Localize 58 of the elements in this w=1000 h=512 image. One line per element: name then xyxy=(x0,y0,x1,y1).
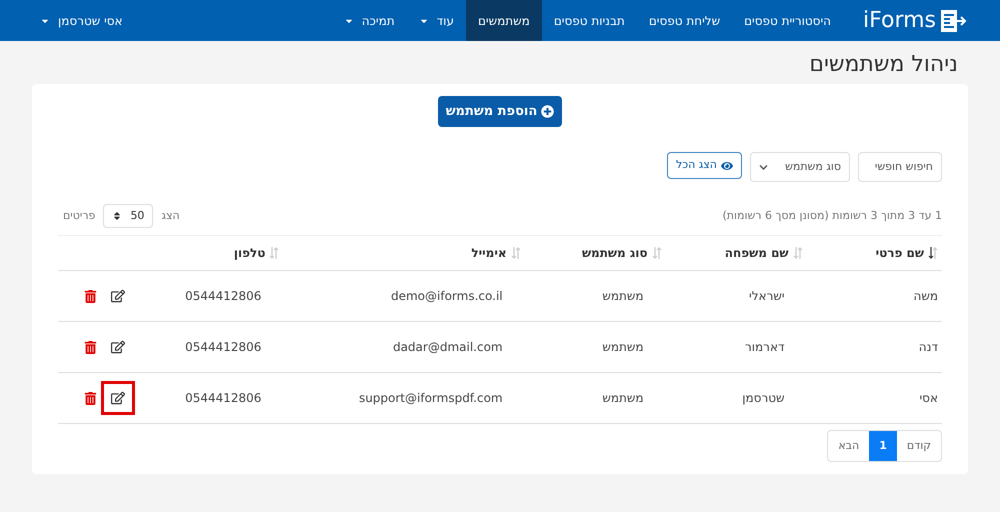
sort-icon xyxy=(928,246,938,260)
records-info: 1 עד 3 מתוך 3 רשומות (מסונן מסך 6 רשומות) xyxy=(722,208,942,224)
edit-icon xyxy=(111,340,125,354)
table-cell: אסי xyxy=(802,372,942,424)
edit-icon xyxy=(111,289,125,303)
table-cell: שטרסמן xyxy=(662,372,803,424)
sort-icon xyxy=(269,246,280,260)
page-title: ניהול משתמשים xyxy=(808,51,959,79)
column-header[interactable]: שם משפחה xyxy=(662,236,803,270)
pagination-button[interactable]: הבא xyxy=(828,431,870,461)
nav-item[interactable]: שליחת טפסים xyxy=(636,0,732,41)
table-cell: demo@iforms.co.il xyxy=(279,270,521,322)
table-cell: 0544412806 xyxy=(135,270,280,322)
edit-icon xyxy=(111,391,125,405)
pagination-button[interactable]: 1 xyxy=(869,431,897,461)
show-all-button[interactable]: הצג הכל xyxy=(667,152,742,179)
logo[interactable]: iForms xyxy=(863,0,968,41)
delete-icon[interactable] xyxy=(84,392,97,404)
table-cell: 0544412806 xyxy=(135,372,280,424)
nav-item[interactable]: משתמשים xyxy=(466,0,542,41)
nav-item[interactable]: תמיכה xyxy=(332,0,407,41)
table-cell: 0544412806 xyxy=(135,322,280,372)
table-cell: משתמש xyxy=(520,372,662,424)
nav-item[interactable]: היסטוריית טפסים xyxy=(732,0,843,41)
column-header[interactable]: אימייל xyxy=(279,236,521,270)
table-cell: דארמור xyxy=(662,322,803,372)
user-type-dropdown[interactable]: סוג משתמש xyxy=(750,152,850,182)
form-arrow-icon xyxy=(940,8,968,32)
pagination-button[interactable]: קודם xyxy=(896,431,941,461)
plus-icon xyxy=(541,105,554,118)
items-label: פריטים xyxy=(63,208,96,224)
column-header[interactable]: סוג משתמש xyxy=(520,236,662,270)
page-length-select[interactable]: 50 xyxy=(103,204,154,228)
table-cell: ישראלי xyxy=(662,270,803,322)
column-header[interactable]: שם פרטי xyxy=(802,236,942,270)
eye-icon xyxy=(721,160,733,172)
sort-icon xyxy=(510,246,521,260)
add-user-button[interactable]: הוספת משתמש xyxy=(438,96,562,127)
chevron-icon xyxy=(759,162,768,172)
search-field[interactable]: חיפוש חופשי xyxy=(858,152,942,182)
table-cell: משתמש xyxy=(520,322,662,372)
delete-icon[interactable] xyxy=(84,340,97,354)
sort-icon xyxy=(652,246,662,260)
table-cell: support@iformspdf.com xyxy=(279,372,521,424)
nav-item[interactable]: עוד xyxy=(406,0,466,41)
sort-arrows-icon xyxy=(112,211,122,221)
column-header[interactable]: טלפון xyxy=(135,236,280,270)
table-cell: משתמש xyxy=(520,270,662,322)
sort-icon xyxy=(792,246,803,260)
logo-text: iForms xyxy=(863,7,936,35)
edit-button[interactable] xyxy=(101,381,135,415)
table-cell: dadar@dmail.com xyxy=(279,322,521,372)
user-menu[interactable]: אסי שטרסמן xyxy=(40,0,123,41)
nav-item[interactable]: תבניות טפסים xyxy=(542,0,637,41)
show-label: הצג xyxy=(161,208,180,224)
table-cell: דנה xyxy=(802,322,942,372)
table-cell: משה xyxy=(802,270,942,322)
delete-icon[interactable] xyxy=(84,290,97,302)
